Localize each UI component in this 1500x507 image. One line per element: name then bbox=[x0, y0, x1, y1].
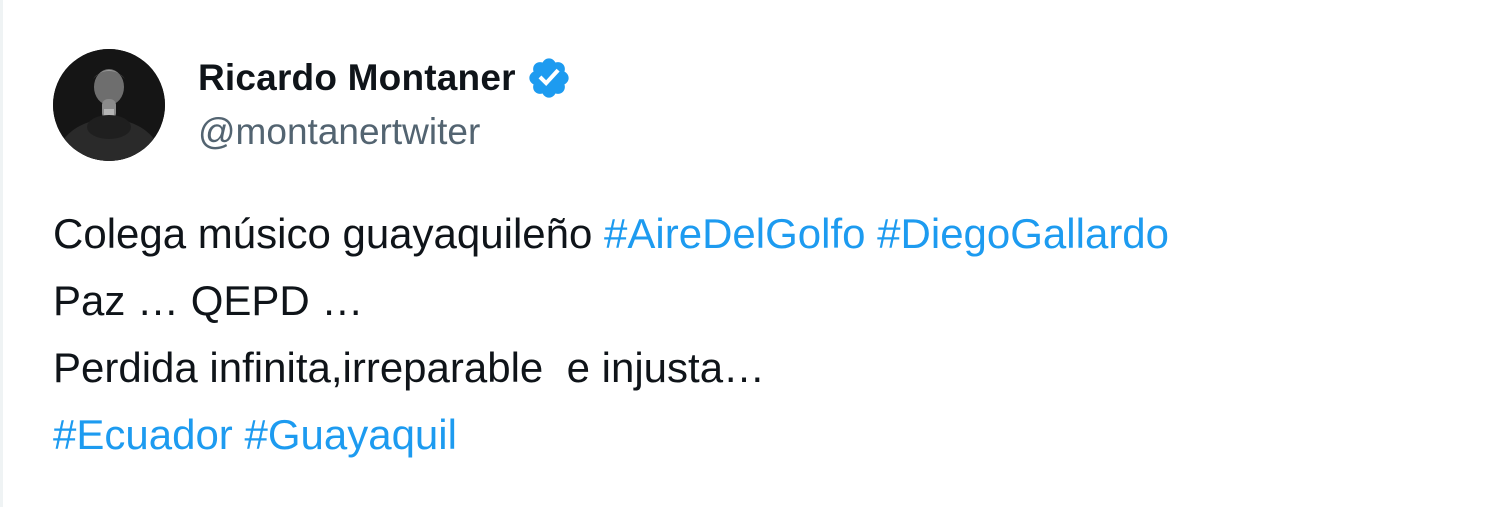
author-name-row: Ricardo Montaner bbox=[198, 55, 572, 101]
author-handle[interactable]: @montanertwiter bbox=[198, 111, 480, 153]
author-avatar[interactable] bbox=[53, 49, 165, 161]
tweet-line-3: Perdida infinita,irreparable e injusta… bbox=[53, 344, 766, 391]
tweet-card: Ricardo Montaner @montanertwiter Colega … bbox=[0, 0, 1500, 507]
tweet-text-segment: Colega músico guayaquileño bbox=[53, 210, 605, 257]
tweet-text: Colega músico guayaquileño #AireDelGolfo… bbox=[53, 200, 1473, 468]
tweet-line-2: Paz … QEPD … bbox=[53, 277, 364, 324]
tweet-line-4: #Ecuador #Guayaquil bbox=[53, 401, 1473, 468]
hashtag-link[interactable]: #Guayaquil bbox=[244, 411, 456, 458]
hashtag-link[interactable]: #DiegoGallardo bbox=[877, 210, 1169, 257]
tweet-line-1: Colega músico guayaquileño #AireDelGolfo… bbox=[53, 200, 1473, 267]
author-display-name[interactable]: Ricardo Montaner bbox=[198, 57, 516, 99]
avatar-photo-icon bbox=[53, 49, 165, 161]
hashtag-link[interactable]: #AireDelGolfo bbox=[604, 210, 865, 257]
hashtag-link[interactable]: #Ecuador bbox=[53, 411, 233, 458]
verified-badge-icon[interactable] bbox=[526, 55, 572, 101]
